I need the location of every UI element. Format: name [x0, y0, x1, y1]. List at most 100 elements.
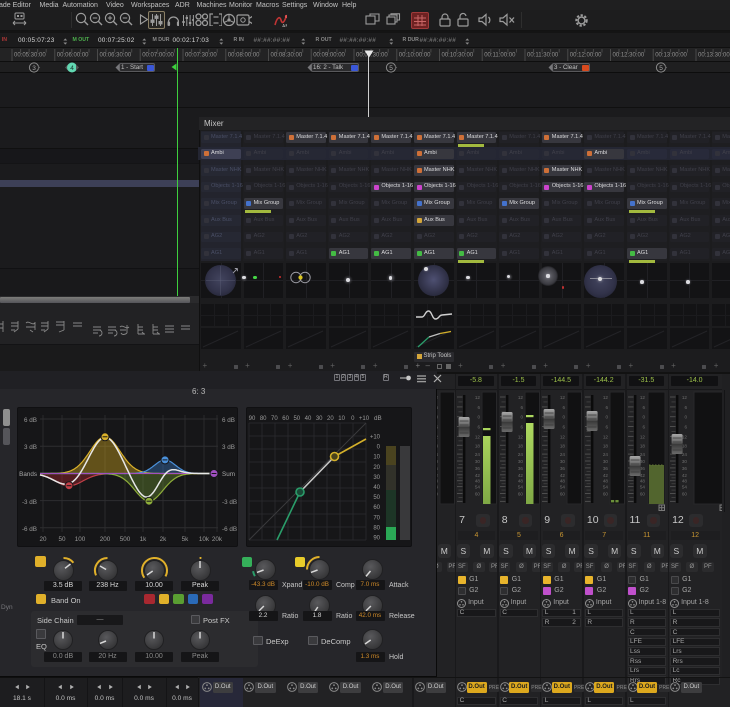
svg-text:24: 24	[639, 452, 645, 457]
svg-text:18: 18	[603, 443, 609, 448]
svg-text:00:08:30:00: 00:08:30:00	[271, 53, 303, 59]
svg-text:24: 24	[560, 452, 566, 457]
svg-text:00:11:30:00: 00:11:30:00	[527, 53, 559, 59]
svg-text:12: 12	[639, 434, 645, 439]
svg-text:80: 80	[260, 416, 267, 422]
svg-text:00:08:00:00: 00:08:00:00	[228, 53, 260, 59]
svg-text:0: 0	[520, 415, 523, 420]
svg-text:60: 60	[518, 491, 524, 496]
svg-text:12: 12	[475, 395, 481, 400]
svg-text:6: 6	[642, 405, 645, 410]
svg-text:48: 48	[682, 479, 688, 484]
svg-text:6 dB: 6 dB	[24, 417, 37, 424]
svg-text:200: 200	[100, 536, 111, 543]
svg-text:48: 48	[475, 479, 481, 484]
svg-text:0: 0	[685, 415, 688, 420]
svg-text:36: 36	[475, 466, 481, 471]
svg-text:20: 20	[327, 416, 334, 422]
svg-text:60: 60	[639, 491, 645, 496]
svg-text:12: 12	[560, 395, 566, 400]
svg-text:30: 30	[603, 459, 609, 464]
svg-text:50: 50	[293, 416, 300, 422]
svg-text:40: 40	[305, 416, 312, 422]
svg-text:Bands: Bands	[19, 471, 37, 478]
svg-text:12: 12	[475, 434, 481, 439]
svg-text:12: 12	[603, 434, 609, 439]
svg-text:70: 70	[373, 515, 380, 521]
svg-text:42: 42	[518, 473, 524, 478]
svg-text:24: 24	[518, 452, 524, 457]
svg-text:5k: 5k	[182, 536, 190, 543]
svg-text:70: 70	[271, 416, 278, 422]
svg-text:20: 20	[39, 536, 47, 543]
svg-text:42: 42	[682, 473, 688, 478]
svg-text:0: 0	[377, 445, 381, 451]
svg-text:3 dB: 3 dB	[222, 444, 235, 451]
svg-text:36: 36	[639, 466, 645, 471]
svg-text:00:13:00:00: 00:13:00:00	[655, 53, 687, 59]
svg-text:30: 30	[316, 416, 323, 422]
svg-text:48: 48	[518, 479, 524, 484]
svg-text:6: 6	[478, 405, 481, 410]
svg-text:54: 54	[639, 485, 645, 490]
svg-text:54: 54	[603, 485, 609, 490]
svg-text:00:07:00:00: 00:07:00:00	[142, 53, 174, 59]
svg-text:0: 0	[642, 415, 645, 420]
svg-text:0: 0	[563, 415, 566, 420]
svg-text:30: 30	[560, 459, 566, 464]
svg-text:12: 12	[560, 434, 566, 439]
svg-text:00:13:30:00: 00:13:30:00	[698, 53, 730, 59]
svg-text:0: 0	[605, 415, 608, 420]
svg-text:1k: 1k	[140, 536, 148, 543]
svg-text:20k: 20k	[212, 536, 223, 543]
svg-text:12: 12	[682, 434, 688, 439]
svg-text:60: 60	[373, 505, 380, 511]
svg-text:00:06:30:00: 00:06:30:00	[100, 53, 132, 59]
svg-text:12: 12	[682, 395, 688, 400]
svg-text:90: 90	[373, 536, 380, 542]
svg-text:-6 dB: -6 dB	[22, 526, 37, 533]
svg-text:2k: 2k	[160, 536, 168, 543]
svg-text:-6 dB: -6 dB	[222, 526, 237, 533]
svg-text:50: 50	[58, 536, 66, 543]
svg-text:10: 10	[373, 455, 380, 461]
svg-text:30: 30	[639, 459, 645, 464]
svg-text:500: 500	[120, 536, 131, 543]
svg-text:00:12:00:00: 00:12:00:00	[570, 53, 602, 59]
svg-text:24: 24	[603, 452, 609, 457]
svg-text:54: 54	[682, 485, 688, 490]
svg-text:Sum: Sum	[222, 471, 235, 478]
svg-text:12: 12	[518, 395, 524, 400]
svg-text:36: 36	[682, 466, 688, 471]
svg-text:36: 36	[603, 466, 609, 471]
svg-text:6: 6	[605, 425, 608, 430]
svg-text:0: 0	[351, 416, 355, 422]
svg-text:00:10:00:00: 00:10:00:00	[399, 53, 431, 59]
svg-text:-3 dB: -3 dB	[22, 499, 37, 506]
svg-text:30: 30	[373, 475, 380, 481]
svg-text:4: 4	[70, 65, 74, 72]
svg-text:80: 80	[373, 525, 380, 531]
svg-text:6: 6	[563, 425, 566, 430]
svg-text:5: 5	[389, 65, 393, 72]
svg-text:+10: +10	[359, 416, 370, 422]
svg-text:20: 20	[373, 465, 380, 471]
svg-text:6: 6	[605, 405, 608, 410]
svg-text:60: 60	[475, 491, 481, 496]
svg-text:42: 42	[475, 473, 481, 478]
svg-text:60: 60	[282, 416, 289, 422]
svg-text:3 dB: 3 dB	[24, 444, 37, 451]
svg-text:48: 48	[603, 479, 609, 484]
svg-text:60: 60	[560, 491, 566, 496]
svg-text:36: 36	[560, 466, 566, 471]
svg-text:AB: AB	[282, 24, 287, 27]
svg-text:18: 18	[639, 443, 645, 448]
svg-text:00:12:30:00: 00:12:30:00	[613, 53, 645, 59]
svg-text:00:09:00:00: 00:09:00:00	[313, 53, 345, 59]
svg-text:6: 6	[520, 425, 523, 430]
svg-text:00:07:30:00: 00:07:30:00	[185, 53, 217, 59]
svg-text:24: 24	[475, 452, 481, 457]
svg-text:42: 42	[639, 473, 645, 478]
svg-text:18: 18	[518, 443, 524, 448]
svg-text:10: 10	[338, 416, 345, 422]
